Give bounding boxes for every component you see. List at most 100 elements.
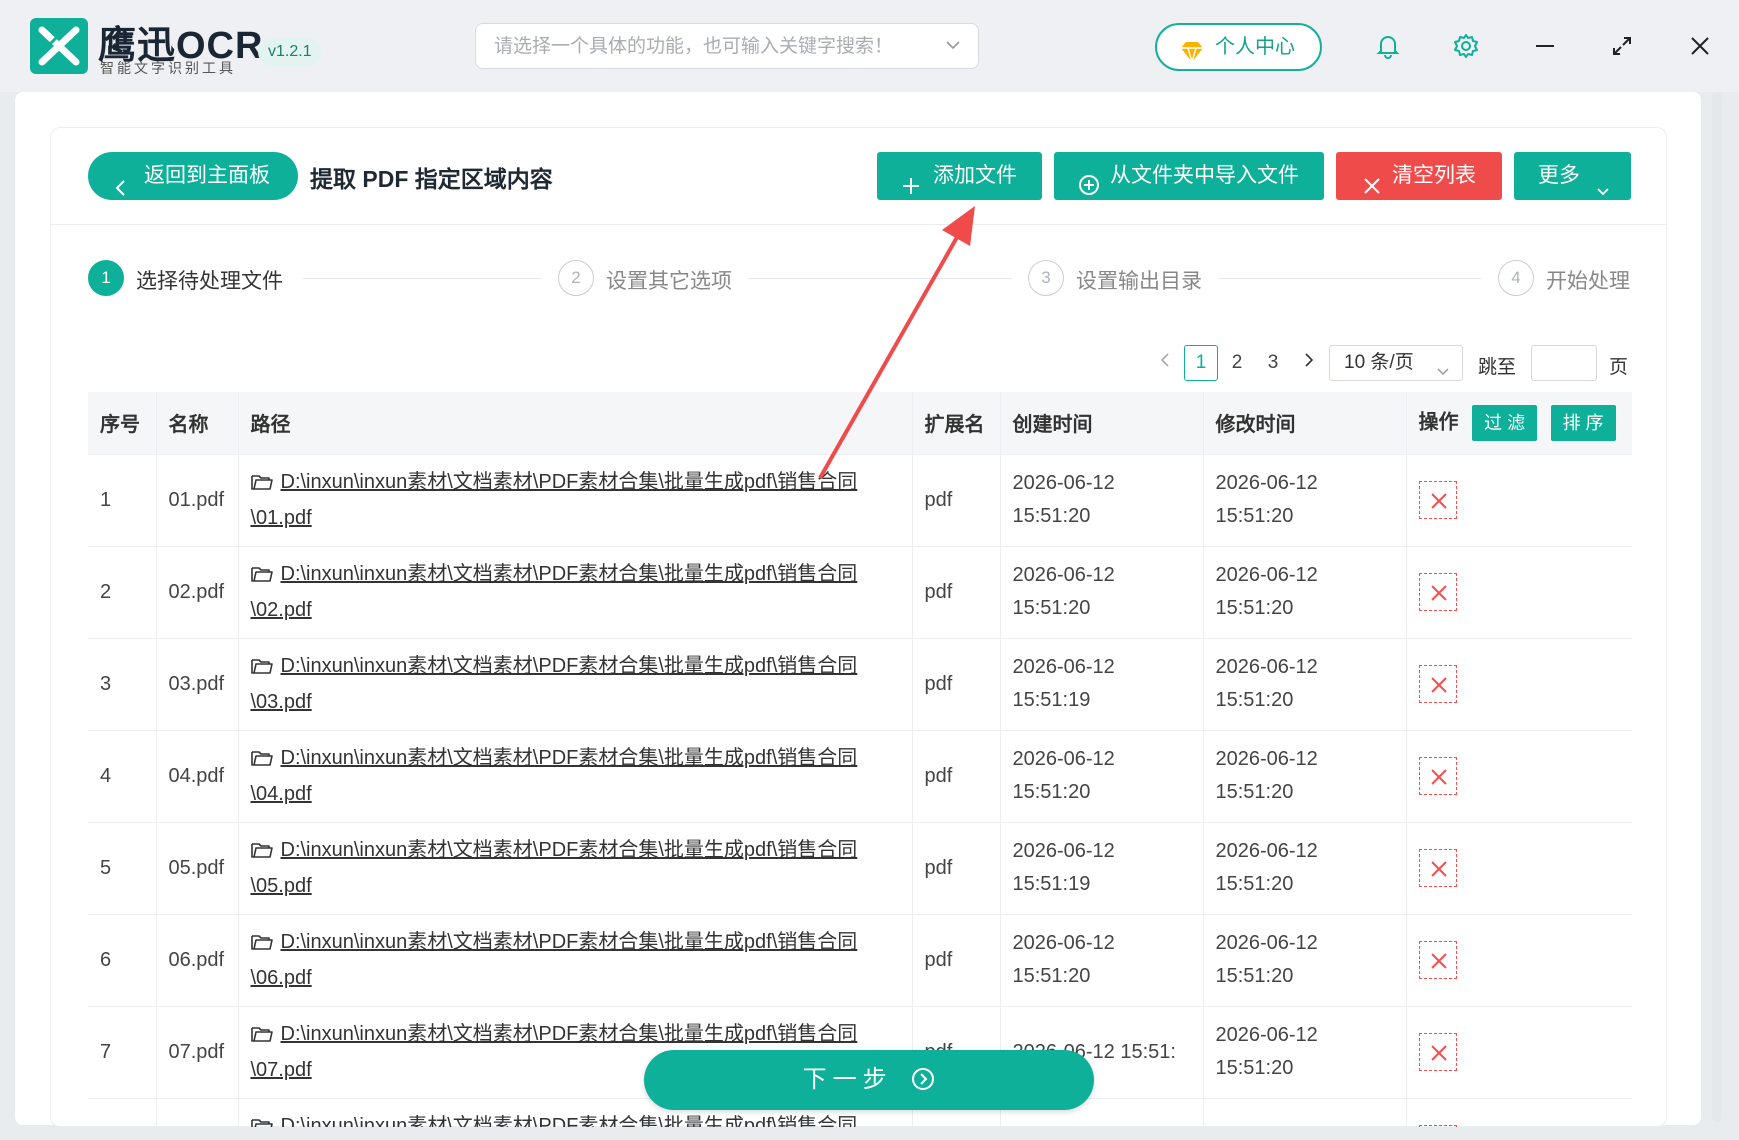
delete-icon [1430, 677, 1447, 693]
close-icon[interactable] [1684, 30, 1716, 62]
search-input[interactable] [494, 33, 924, 61]
delete-row-button[interactable] [1418, 1125, 1457, 1127]
folder-icon [250, 745, 273, 778]
title-bar: 鹰迅OCR 智能文字识别工具 v1.2.1 个人中心 [0, 0, 1739, 92]
prev-page-icon[interactable] [1148, 345, 1182, 381]
next-step-label: 下一步 [802, 1066, 893, 1093]
file-path-link[interactable]: D:\inxun\inxun素材\文档素材\PDF素材合集\批量生成pdf\销售… [251, 747, 858, 805]
step-number: 3 [1028, 260, 1064, 296]
add-file-button[interactable]: 添加文件 [877, 152, 1042, 200]
scrollbar[interactable] [1712, 92, 1722, 1122]
import-folder-label: 从文件夹中导入文件 [1110, 164, 1299, 187]
page-size-value: 10 条/页 [1344, 352, 1414, 373]
header-action-label: 操作 [1418, 411, 1459, 434]
more-button[interactable]: 更多 [1514, 152, 1631, 200]
delete-row-button[interactable] [1418, 1033, 1457, 1071]
back-to-main-button[interactable]: 返回到主面板 [88, 152, 298, 200]
delete-icon [1430, 585, 1447, 601]
table-row: 3 03.pdf D:\inxun\inxun素材\文档素材\PDF素材合集\批量生… [88, 638, 1632, 731]
cell-name: 04.pdf [156, 730, 239, 823]
plus-circle-icon [1078, 166, 1100, 214]
delete-row-button[interactable] [1418, 665, 1457, 703]
page-title: 提取 PDF 指定区域内容 [310, 166, 553, 192]
folder-icon [250, 1021, 273, 1054]
header-modified: 修改时间 [1203, 392, 1407, 455]
cell-action [1406, 730, 1632, 823]
cell-name: 03.pdf [156, 638, 239, 731]
delete-icon [1430, 769, 1447, 785]
cell-path: D:\inxun\inxun素材\文档素材\PDF素材合集\批量生成pdf\销售… [238, 546, 913, 639]
import-folder-button[interactable]: 从文件夹中导入文件 [1054, 152, 1324, 200]
filter-button[interactable]: 过 滤 [1472, 404, 1538, 441]
cell-index: 1 [88, 454, 157, 547]
step-label: 设置其它选项 [606, 270, 732, 293]
clear-list-button[interactable]: 清空列表 [1336, 152, 1502, 200]
user-center-button[interactable]: 个人中心 [1155, 23, 1322, 71]
header-created: 创建时间 [1000, 392, 1204, 455]
cell-path: D:\inxun\inxun素材\文档素材\PDF素材合集\批量生成pdf\销售… [238, 454, 913, 547]
chevron-down-icon[interactable] [944, 36, 962, 59]
step-label: 选择待处理文件 [136, 270, 283, 293]
delete-row-button[interactable] [1418, 849, 1457, 887]
delete-row-button[interactable] [1418, 481, 1457, 519]
cell-modified: 2026-06-12 15:51:20 [1203, 1006, 1407, 1099]
cell-ext: pdf [912, 822, 1001, 915]
cell-modified: 2026-06-12 15:51:20 [1203, 822, 1407, 915]
brand-subtitle: 智能文字识别工具 [100, 60, 236, 76]
cell-index: 5 [88, 822, 157, 915]
header-index: 序号 [88, 392, 157, 455]
delete-row-button[interactable] [1418, 941, 1457, 979]
cell-action [1406, 1006, 1632, 1099]
page-1[interactable]: 1 [1184, 345, 1218, 381]
cell-name: 05.pdf [156, 822, 239, 915]
cell-modified: 2026-06-12 15:51:20 [1203, 454, 1407, 547]
page-3[interactable]: 3 [1256, 345, 1290, 381]
cell-action [1406, 914, 1632, 1007]
bell-icon[interactable] [1372, 30, 1404, 62]
file-path-link[interactable]: D:\inxun\inxun素材\文档素材\PDF素材合集\批量生成pdf\销售… [251, 931, 858, 989]
arrow-circle-right-icon [911, 1054, 935, 1114]
jump-page-input[interactable] [1531, 345, 1597, 381]
page-size-select[interactable]: 10 条/页 [1329, 345, 1463, 381]
next-step-button[interactable]: 下一步 [644, 1050, 1094, 1110]
minimize-icon[interactable] [1529, 30, 1561, 62]
add-file-label: 添加文件 [933, 164, 1017, 187]
gem-icon [1179, 36, 1205, 80]
maximize-icon[interactable] [1606, 30, 1638, 62]
cell-index: 3 [88, 638, 157, 731]
cell-modified: 2026-06-12 15:51:20 [1203, 730, 1407, 823]
file-path-link[interactable]: D:\inxun\inxun素材\文档素材\PDF素材合集\批量生成pdf\销售… [251, 471, 858, 529]
sort-button[interactable]: 排 序 [1550, 404, 1616, 441]
more-label: 更多 [1538, 164, 1580, 187]
step-number: 2 [558, 260, 594, 296]
file-path-link[interactable]: D:\inxun\inxun素材\文档素材\PDF素材合集\批量生成pdf\销售… [251, 655, 858, 713]
cell-index: 2 [88, 546, 157, 639]
chevron-left-icon [114, 167, 126, 215]
next-page-icon[interactable] [1292, 345, 1326, 381]
delete-row-button[interactable] [1418, 573, 1457, 611]
folder-icon [250, 469, 273, 502]
file-path-link[interactable]: D:\inxun\inxun素材\文档素材\PDF素材合集\批量生成pdf\销售… [251, 1115, 858, 1128]
step-label: 开始处理 [1546, 270, 1630, 293]
delete-icon [1430, 493, 1447, 509]
gear-icon[interactable] [1450, 30, 1482, 62]
page-2[interactable]: 2 [1220, 345, 1254, 381]
logo-icon [30, 18, 88, 74]
file-path-link[interactable]: D:\inxun\inxun素材\文档素材\PDF素材合集\批量生成pdf\销售… [251, 839, 858, 897]
step-connector [302, 278, 542, 279]
header-ext: 扩展名 [912, 392, 1001, 455]
jump-label: 跳至 [1478, 357, 1517, 378]
delete-row-button[interactable] [1418, 757, 1457, 795]
step-connector [1218, 278, 1482, 279]
cell-ext: pdf [912, 730, 1001, 823]
cell-index: 7 [88, 1006, 157, 1099]
folder-icon [250, 1113, 273, 1127]
cell-action [1406, 1098, 1632, 1127]
cell-created: 2026-06-12 15:51:20 [1000, 914, 1204, 1007]
file-path-link[interactable]: D:\inxun\inxun素材\文档素材\PDF素材合集\批量生成pdf\销售… [251, 563, 858, 621]
cell-index: 4 [88, 730, 157, 823]
cell-modified: 2026-06-12 15:51: [1203, 1098, 1407, 1127]
delete-icon [1430, 861, 1447, 877]
folder-icon [250, 561, 273, 594]
function-search[interactable] [475, 23, 979, 69]
